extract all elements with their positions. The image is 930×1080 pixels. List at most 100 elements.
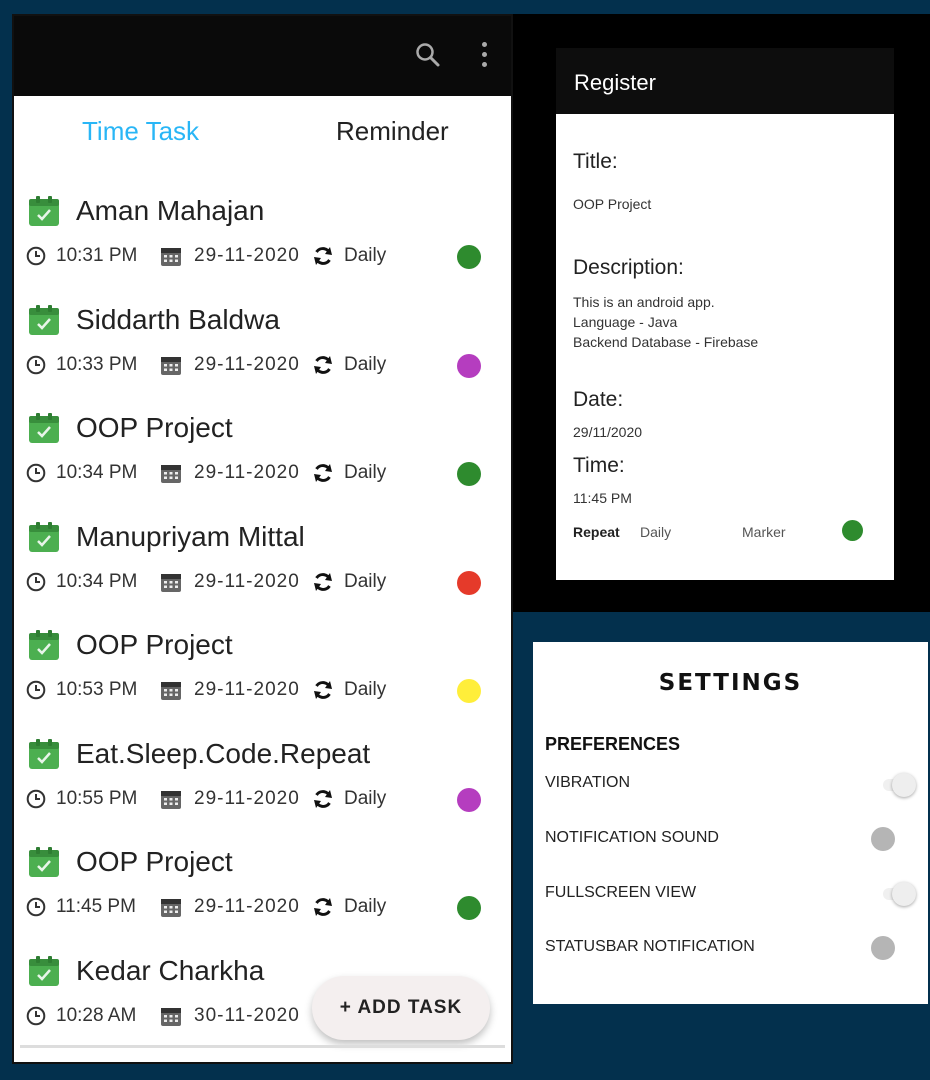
task-time: 10:34 PM [56, 570, 138, 592]
task-time: 10:55 PM [56, 787, 138, 809]
vibration-label: VIBRATION [545, 774, 631, 791]
task-time: 11:45 PM [56, 896, 136, 917]
task-color-dot [457, 570, 481, 595]
title-value: OOP Project [573, 196, 652, 212]
task-meta: 10:31 PM 29-11-2020 Daily [26, 243, 386, 269]
task-title: OOP Project [76, 412, 233, 443]
repeat-icon [312, 788, 334, 810]
time-label: Time: [573, 454, 625, 477]
task-meta: 10:53 PM 29-11-2020 Daily [26, 677, 386, 703]
task-color-dot [457, 353, 481, 378]
task-date: 29-11-2020 [194, 462, 300, 483]
task-meta: 10:33 PM 29-11-2020 Daily [26, 352, 386, 378]
task-date: 29-11-2020 [194, 353, 300, 375]
tab-time-task[interactable]: Time Task [82, 116, 199, 147]
task-meta: 10:34 PM 29-11-2020 Daily [26, 569, 386, 595]
calendar-check-icon [28, 521, 60, 553]
description-label: Description: [573, 256, 684, 279]
task-list-screen: Time Task Reminder Aman Mahajan 10:31 PM 2… [12, 14, 513, 1064]
repeat-icon [312, 354, 334, 376]
task-color-dot [457, 245, 481, 269]
repeat-icon [312, 245, 334, 267]
calendar-icon [160, 462, 182, 484]
clock-icon [26, 789, 46, 809]
task-date: 29-11-2020 [194, 679, 300, 700]
time-value: 11:45 PM [573, 490, 632, 506]
title-label: Title: [573, 150, 618, 173]
clock-icon [26, 1006, 46, 1026]
task-item[interactable]: Eat.Sleep.Code.Repeat 10:55 PM 29-11-2020 D… [14, 724, 511, 833]
tab-reminder[interactable]: Reminder [336, 116, 449, 147]
task-item[interactable]: OOP Project 10:53 PM 29-11-2020 Daily [14, 615, 511, 724]
calendar-icon [160, 571, 182, 593]
task-color-dot [457, 896, 481, 920]
task-time: 10:31 PM [56, 245, 138, 266]
task-repeat: Daily [344, 896, 387, 917]
task-header: Aman Mahajan [28, 193, 264, 229]
calendar-icon [160, 679, 182, 701]
calendar-icon [160, 245, 182, 267]
divider [20, 1045, 505, 1048]
clock-icon [26, 572, 46, 592]
task-date: 29-11-2020 [194, 245, 300, 266]
task-header: Eat.Sleep.Code.Repeat [28, 736, 370, 772]
register-card: Register Title: OOP Project Description:… [556, 48, 894, 580]
fullscreen-view-toggle[interactable] [892, 882, 916, 906]
task-repeat: Daily [344, 462, 387, 483]
calendar-check-icon [28, 304, 60, 336]
task-title: Eat.Sleep.Code.Repeat [76, 737, 371, 769]
date-value: 29/11/2020 [573, 424, 643, 440]
calendar-check-icon [28, 629, 60, 661]
task-title: Aman Mahajan [76, 195, 265, 226]
task-repeat: Daily [344, 353, 387, 375]
task-color-dot [457, 787, 481, 812]
settings-title: SETTINGS [658, 670, 803, 696]
marker-color-dot[interactable] [842, 520, 863, 541]
calendar-icon [160, 354, 182, 376]
notification-sound-toggle[interactable] [871, 827, 895, 851]
register-header: Register [556, 48, 894, 114]
task-time: 10:28 AM [56, 1004, 137, 1026]
task-title: OOP Project [76, 846, 233, 877]
fullscreen-view-label: FULLSCREEN VIEW [545, 884, 697, 901]
task-repeat: Daily [344, 570, 387, 592]
repeat-icon [312, 679, 334, 701]
statusbar-notification-label: STATUSBAR NOTIFICATION [545, 938, 755, 955]
task-item[interactable]: Manupriyam Mittal 10:34 PM 29-11-2020 Daily [14, 507, 511, 616]
repeat-label: Repeat [573, 524, 620, 540]
clock-icon [26, 463, 46, 483]
task-time: 10:53 PM [56, 679, 138, 700]
task-time: 10:34 PM [56, 462, 138, 483]
task-date: 29-11-2020 [194, 896, 300, 917]
task-title: Siddarth Baldwa [76, 303, 280, 335]
task-header: OOP Project [28, 410, 233, 446]
repeat-icon [312, 571, 334, 593]
task-repeat: Daily [344, 245, 387, 266]
more-vert-icon[interactable] [479, 42, 489, 70]
task-item[interactable]: OOP Project 11:45 PM 29-11-2020 Daily [14, 832, 511, 941]
marker-label: Marker [742, 524, 786, 540]
tab-bar: Time Task Reminder [14, 96, 511, 176]
task-item[interactable]: Siddarth Baldwa 10:33 PM 29-11-2020 Daily [14, 290, 511, 399]
task-date: 30-11-2020 [194, 1004, 300, 1026]
task-header: Kedar Charkha [28, 953, 264, 989]
register-screen: Register Title: OOP Project Description:… [513, 14, 930, 612]
calendar-icon [160, 1005, 182, 1027]
task-meta: 10:55 PM 29-11-2020 Daily [26, 786, 386, 812]
calendar-icon [160, 896, 182, 918]
task-date: 29-11-2020 [194, 787, 300, 809]
calendar-check-icon [28, 195, 60, 227]
add-task-button[interactable]: + ADD TASK [312, 976, 490, 1040]
settings-screen: SETTINGS PREFERENCES VIBRATION NOTIFICAT… [533, 642, 928, 1004]
statusbar-notification-toggle[interactable] [871, 936, 895, 960]
search-icon[interactable] [415, 42, 441, 68]
calendar-check-icon [28, 846, 60, 878]
repeat-value[interactable]: Daily [640, 524, 671, 540]
task-item[interactable]: Aman Mahajan 10:31 PM 29-11-2020 Daily [14, 181, 511, 290]
task-list: Aman Mahajan 10:31 PM 29-11-2020 Daily Sidda… [14, 181, 511, 1049]
task-item[interactable]: OOP Project 10:34 PM 29-11-2020 Daily [14, 398, 511, 507]
clock-icon [26, 897, 46, 917]
task-header: Manupriyam Mittal [28, 519, 305, 555]
vibration-toggle[interactable] [892, 773, 916, 797]
date-label: Date: [573, 388, 624, 411]
